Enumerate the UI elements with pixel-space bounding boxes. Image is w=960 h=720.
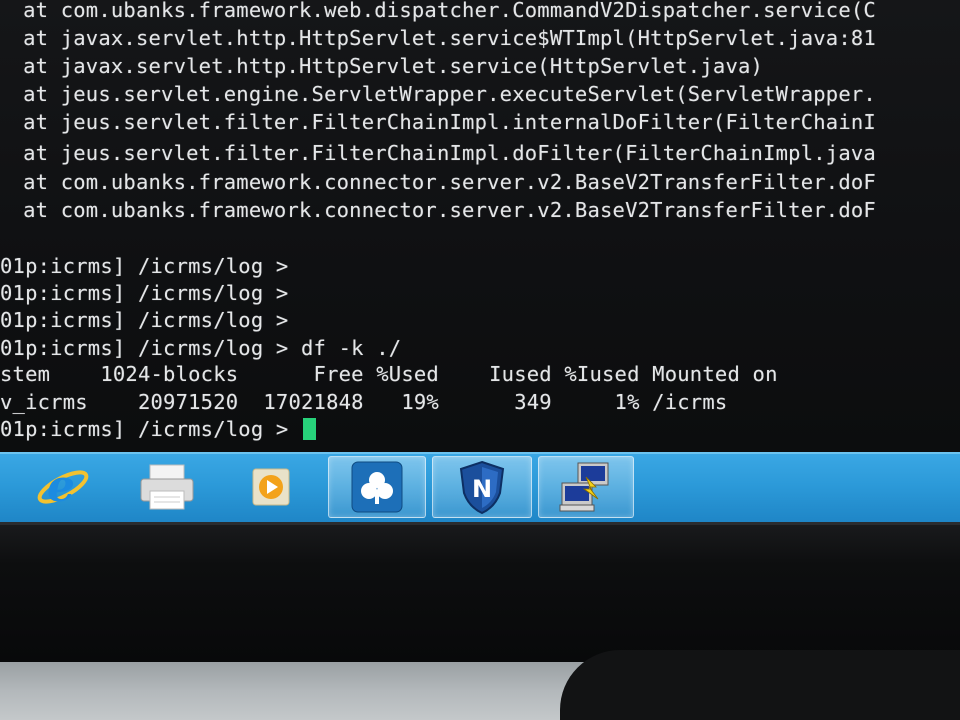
text-cursor xyxy=(303,418,317,440)
taskbar: e N xyxy=(0,452,960,522)
svg-text:N: N xyxy=(472,475,492,503)
stack-trace-line: at javax.servlet.http.HttpServlet.servic… xyxy=(0,26,876,50)
active-prompt-line[interactable]: 01p:icrms] /icrms/log > xyxy=(0,417,317,441)
bezel-edge xyxy=(0,522,960,525)
svg-text:e: e xyxy=(47,461,75,512)
shell-prompt: 01p:icrms] /icrms/log > xyxy=(0,254,289,278)
taskbar-button-security-shield[interactable]: N xyxy=(432,456,532,518)
stack-trace-line: at jeus.servlet.filter.FilterChainImpl.d… xyxy=(0,141,876,165)
taskbar-button-printer[interactable] xyxy=(124,456,210,518)
taskbar-button-terminal-client[interactable] xyxy=(538,456,634,518)
df-output-header: stem 1024-blocks Free %Used Iused %Iused… xyxy=(0,362,778,386)
stack-trace-line: at com.ubanks.framework.connector.server… xyxy=(0,198,876,222)
stack-trace-line: at jeus.servlet.filter.FilterChainImpl.i… xyxy=(0,110,876,134)
taskbar-button-media-player[interactable] xyxy=(228,456,314,518)
active-prompt: 01p:icrms] /icrms/log > xyxy=(0,417,302,441)
monitor-bezel xyxy=(0,522,960,662)
taskbar-button-clover-app[interactable] xyxy=(328,456,426,518)
df-command-line: 01p:icrms] /icrms/log > df -k ./ xyxy=(0,336,402,360)
stack-trace-line: at jeus.servlet.engine.ServletWrapper.ex… xyxy=(0,82,876,106)
monitor-stand xyxy=(560,650,960,720)
shell-prompt: 01p:icrms] /icrms/log > xyxy=(0,281,289,305)
photo-of-monitor: at com.ubanks.framework.web.dispatcher.C… xyxy=(0,0,960,720)
stack-trace-line: at javax.servlet.http.HttpServlet.servic… xyxy=(0,54,764,78)
stack-trace-line: at com.ubanks.framework.connector.server… xyxy=(0,170,876,194)
stack-trace-line: at com.ubanks.framework.web.dispatcher.C… xyxy=(0,0,876,22)
terminal-window[interactable]: at com.ubanks.framework.web.dispatcher.C… xyxy=(0,0,960,452)
df-output-row: v_icrms 20971520 17021848 19% 349 1% /ic… xyxy=(0,390,728,414)
taskbar-button-internet-explorer[interactable]: e xyxy=(18,456,104,518)
shell-prompt: 01p:icrms] /icrms/log > xyxy=(0,308,289,332)
